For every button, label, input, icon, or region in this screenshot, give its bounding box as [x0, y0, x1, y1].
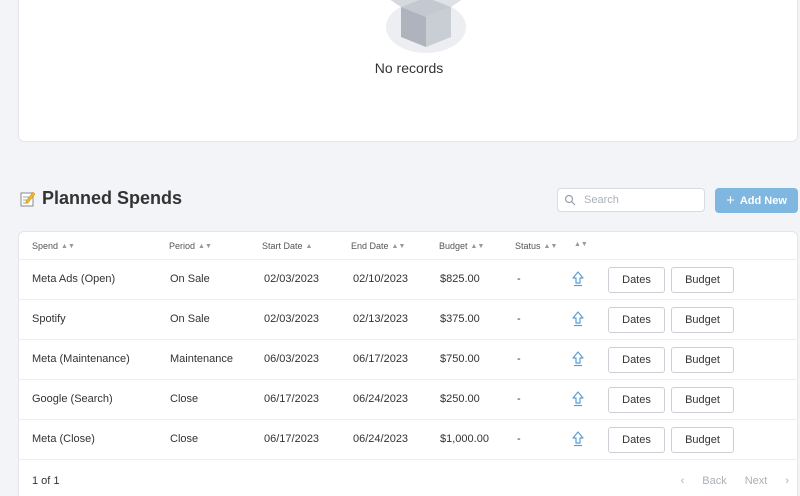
upload-icon[interactable] — [571, 351, 585, 367]
cell-end-date: 02/13/2023 — [353, 313, 409, 325]
cell-spend: Meta (Maintenance) — [32, 353, 130, 365]
budget-button[interactable]: Budget — [671, 427, 734, 453]
section-title-label: Planned Spends — [42, 188, 183, 208]
column-header-period[interactable]: Period ▲▼ — [169, 241, 212, 251]
cell-status: - — [517, 433, 521, 445]
cell-period: On Sale — [170, 313, 210, 325]
sort-icon: ▲▼ — [574, 241, 588, 248]
cell-period: Close — [170, 433, 199, 445]
budget-button[interactable]: Budget — [671, 267, 734, 293]
cell-budget: $750.00 — [440, 353, 480, 365]
add-new-label: Add New — [739, 194, 787, 207]
plus-icon: + — [726, 192, 735, 209]
table-row: Meta (Close) Close 06/17/2023 06/24/2023 $1,… — [19, 420, 799, 460]
cell-period: Maintenance — [170, 353, 233, 365]
dates-button[interactable]: Dates — [608, 387, 665, 413]
cell-budget: $250.00 — [440, 393, 480, 405]
cell-status: - — [517, 393, 521, 405]
cell-spend: Google (Search) — [32, 393, 113, 405]
section-title: Planned Spends — [20, 188, 182, 209]
upload-icon[interactable] — [571, 271, 585, 287]
empty-state-card: No records — [18, 0, 798, 142]
empty-box-icon — [386, 0, 466, 53]
sort-icon: ▲▼ — [198, 242, 212, 250]
search-input[interactable] — [584, 194, 694, 206]
column-header-spend[interactable]: Spend ▲▼ — [32, 241, 75, 251]
column-header-budget[interactable]: Budget ▲▼ — [439, 241, 484, 251]
column-header-status[interactable]: Status ▲▼ — [515, 241, 557, 251]
cell-budget: $825.00 — [440, 273, 480, 285]
sort-icon: ▲▼ — [543, 242, 558, 250]
cell-end-date: 06/17/2023 — [353, 353, 409, 365]
cell-end-date: 02/10/2023 — [353, 273, 409, 285]
cell-start-date: 02/03/2023 — [264, 313, 320, 325]
upload-icon[interactable] — [571, 431, 585, 447]
table-row: Meta (Maintenance) Maintenance 06/03/2023 0… — [19, 340, 799, 380]
sort-icon: ▲▼ — [61, 242, 75, 250]
next-chevron-icon[interactable]: › — [785, 475, 789, 487]
cell-start-date: 06/03/2023 — [264, 353, 320, 365]
column-label: Budget — [439, 241, 468, 251]
page-info: 1 of 1 — [32, 475, 60, 487]
add-new-button[interactable]: + Add New — [715, 188, 798, 213]
column-label: End Date — [351, 241, 389, 251]
column-header-action[interactable]: ▲▼ — [574, 241, 588, 248]
next-button[interactable]: Next — [745, 475, 768, 487]
table-row: Meta Ads (Open) On Sale 02/03/2023 02/10/20… — [19, 260, 799, 300]
cell-spend: Meta (Close) — [32, 433, 95, 445]
search-box[interactable] — [557, 188, 705, 212]
cell-period: Close — [170, 393, 199, 405]
cell-spend: Meta Ads (Open) — [32, 273, 116, 285]
dates-button[interactable]: Dates — [608, 347, 665, 373]
budget-button[interactable]: Budget — [671, 307, 734, 333]
table-row: Spotify On Sale 02/03/2023 02/13/2023 $375.0… — [19, 300, 799, 340]
cell-budget: $1,000.00 — [440, 433, 489, 445]
table-row: Google (Search) Close 06/17/2023 06/24/2023… — [19, 380, 799, 420]
search-icon — [564, 194, 576, 206]
budget-button[interactable]: Budget — [671, 387, 734, 413]
cell-status: - — [517, 313, 521, 325]
column-label: Start Date — [262, 241, 303, 251]
cell-spend: Spotify — [32, 313, 66, 325]
dates-button[interactable]: Dates — [608, 267, 665, 293]
upload-icon[interactable] — [571, 311, 585, 327]
budget-button[interactable]: Budget — [671, 347, 734, 373]
column-header-end-date[interactable]: End Date ▲▼ — [351, 241, 405, 251]
column-label: Spend — [32, 241, 59, 251]
upload-icon[interactable] — [571, 391, 585, 407]
column-label: Period — [169, 241, 196, 251]
column-header-start-date[interactable]: Start Date ▲ — [262, 241, 312, 251]
no-records-text: No records — [374, 60, 444, 76]
cell-start-date: 06/17/2023 — [264, 393, 320, 405]
planned-spends-table: Spend ▲▼ Period ▲▼ Start Date ▲ End Date ▲▼ … — [18, 231, 799, 496]
back-button[interactable]: Back — [702, 475, 726, 487]
cell-budget: $375.00 — [440, 313, 480, 325]
memo-icon — [20, 191, 36, 206]
cell-end-date: 06/24/2023 — [353, 433, 409, 445]
dates-button[interactable]: Dates — [608, 307, 665, 333]
cell-status: - — [517, 273, 521, 285]
prev-chevron-icon[interactable]: ‹ — [681, 475, 685, 487]
pager: ‹ Back Next › — [681, 475, 789, 487]
cell-period: On Sale — [170, 273, 210, 285]
sort-icon: ▲▼ — [391, 242, 406, 250]
column-label: Status — [515, 241, 541, 251]
dates-button[interactable]: Dates — [608, 427, 665, 453]
cell-start-date: 06/17/2023 — [264, 433, 320, 445]
cell-status: - — [517, 353, 521, 365]
sort-asc-icon: ▲ — [305, 242, 313, 250]
cell-end-date: 06/24/2023 — [353, 393, 409, 405]
cell-start-date: 02/03/2023 — [264, 273, 320, 285]
sort-icon: ▲▼ — [470, 242, 485, 250]
pagination-footer: 1 of 1 ‹ Back Next › — [19, 470, 799, 494]
table-header: Spend ▲▼ Period ▲▼ Start Date ▲ End Date ▲▼ … — [19, 232, 799, 260]
